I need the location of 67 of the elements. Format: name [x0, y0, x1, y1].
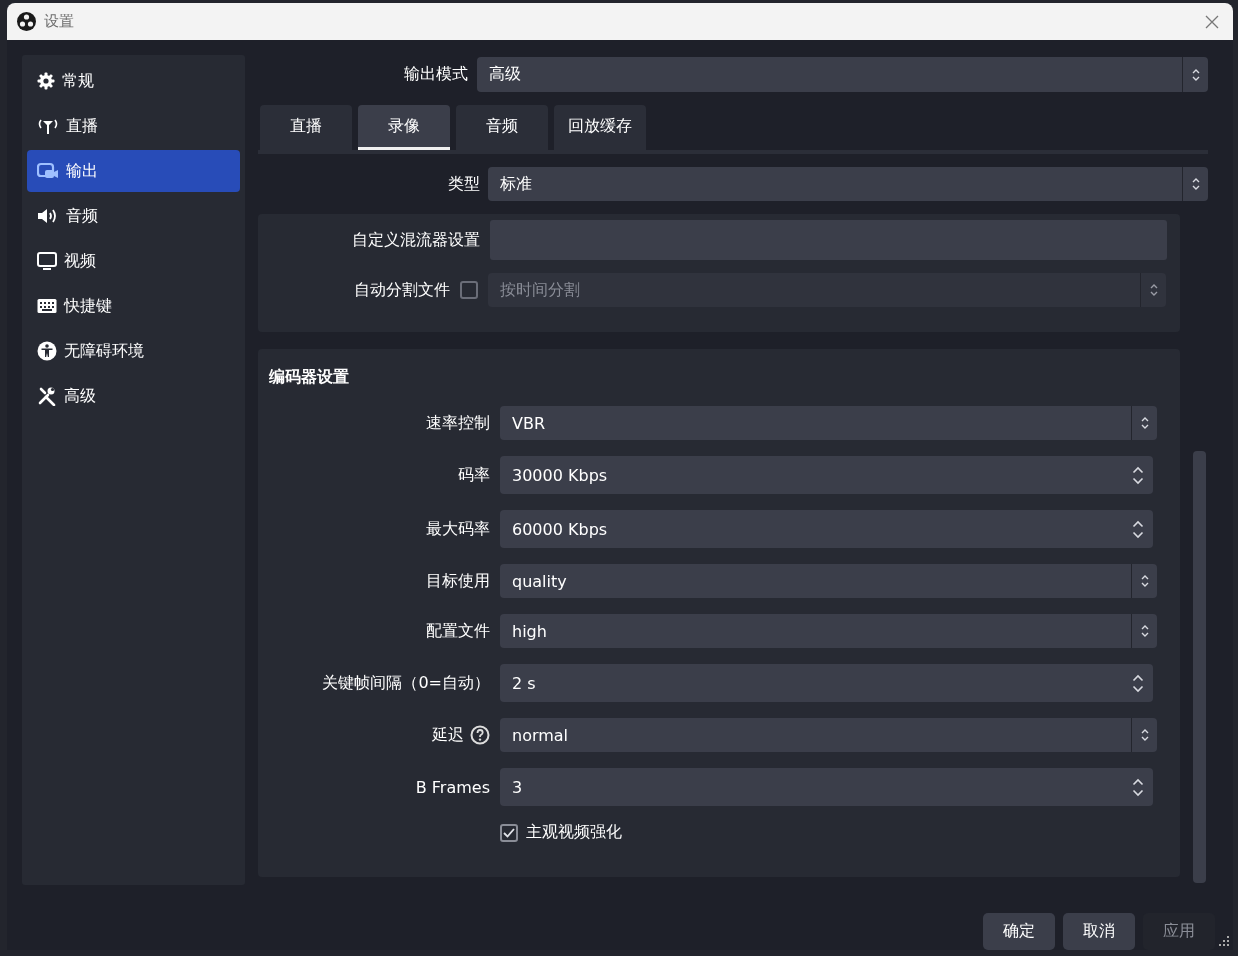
down-chevron-icon[interactable] [1132, 788, 1144, 797]
up-down-arrows-icon [1139, 623, 1150, 639]
dropdown[interactable]: high [500, 614, 1157, 648]
accessibility-icon [37, 341, 57, 361]
up-down-arrows-icon [1139, 573, 1150, 589]
field-label: 关键帧间隔（0=自动） [322, 672, 490, 694]
up-chevron-icon[interactable] [1132, 465, 1144, 474]
spin-box[interactable]: 30000 Kbps [500, 456, 1153, 494]
field-label: 配置文件 [426, 620, 490, 642]
field-label: 自动分割文件 [353, 279, 450, 301]
up-down-arrows-icon [1139, 727, 1150, 743]
dropdown[interactable]: VBR [500, 406, 1157, 440]
down-chevron-icon[interactable] [1132, 530, 1144, 539]
dropdown[interactable]: normal [500, 718, 1157, 752]
sidebar-item[interactable]: 视频 [27, 240, 240, 282]
field-label: 自定义混流器设置 [351, 229, 480, 251]
field-label: 延迟 [432, 724, 464, 746]
speaker-icon [37, 207, 59, 225]
dropdown[interactable]: quality [500, 564, 1157, 598]
checkbox-label[interactable]: 主观视频强化 [526, 822, 622, 843]
field-label: 目标使用 [426, 570, 490, 592]
output-icon [37, 162, 59, 180]
sidebar-item[interactable]: 快捷键 [27, 285, 240, 327]
sidebar-item[interactable]: 音频 [27, 195, 240, 237]
sidebar-item[interactable]: 无障碍环境 [27, 330, 240, 372]
field-label: 类型 [447, 173, 480, 195]
monitor-icon [37, 252, 57, 270]
up-chevron-icon[interactable] [1132, 777, 1144, 786]
up-chevron-icon[interactable] [1132, 519, 1144, 528]
tab[interactable]: 录像 [358, 105, 450, 150]
tab[interactable]: 直播 [260, 105, 352, 150]
close-icon[interactable] [1205, 14, 1219, 29]
keyboard-icon [37, 298, 57, 314]
output-mode-dropdown[interactable]: 高级 [477, 57, 1208, 92]
field-label: 码率 [458, 464, 490, 486]
window-title: 设置 [44, 12, 75, 31]
down-chevron-icon[interactable] [1132, 684, 1144, 693]
spin-box[interactable]: 2 s [500, 664, 1153, 702]
dialog-button[interactable]: 取消 [1063, 913, 1135, 950]
checkbox[interactable] [500, 823, 518, 842]
up-down-arrows-icon [1139, 415, 1150, 431]
scrollbar-thumb[interactable] [1193, 451, 1206, 883]
gear-icon [37, 72, 55, 90]
antenna-icon [37, 117, 59, 135]
app-logo-icon [17, 12, 36, 31]
tools-icon [37, 386, 57, 406]
check-icon [502, 826, 516, 839]
spin-box[interactable]: 60000 Kbps [500, 510, 1153, 548]
field-label: 输出模式 [403, 64, 468, 85]
up-down-arrows-icon [1148, 282, 1159, 298]
spin-box[interactable]: 3 [500, 768, 1153, 806]
group-title: 编码器设置 [268, 366, 350, 388]
field-label: 速率控制 [426, 412, 490, 434]
up-chevron-icon[interactable] [1132, 673, 1144, 682]
sidebar-item[interactable]: 常规 [27, 60, 240, 102]
sidebar-item[interactable]: 高级 [27, 375, 240, 417]
up-down-arrows-icon [1190, 176, 1201, 192]
dialog-button[interactable]: 确定 [983, 913, 1055, 950]
down-chevron-icon[interactable] [1132, 476, 1144, 485]
sidebar-item[interactable]: 输出 [27, 150, 240, 192]
resize-grip-icon[interactable] [1219, 936, 1229, 946]
tab[interactable]: 音频 [456, 105, 548, 150]
field-label: 最大码率 [426, 518, 490, 540]
type-dropdown[interactable]: 标准 [488, 167, 1208, 201]
field-label: B Frames [415, 777, 490, 797]
sidebar-item[interactable]: 直播 [27, 105, 240, 147]
tab[interactable]: 回放缓存 [554, 105, 646, 150]
